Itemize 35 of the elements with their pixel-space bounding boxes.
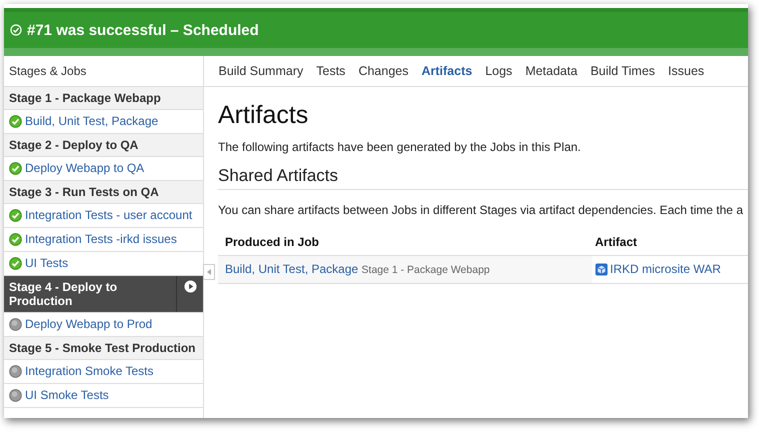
job-link[interactable]: UI Tests [25,256,68,271]
job-link[interactable]: Integration Tests - user account [25,208,192,223]
stage-header[interactable]: Stage 1 - Package Webapp [4,87,203,110]
tab[interactable]: Build Summary [212,64,310,78]
stage-header[interactable]: Stage 4 - Deploy to Production [4,276,203,313]
package-icon [595,263,608,276]
play-icon[interactable] [184,280,196,293]
stage-header[interactable]: Stage 2 - Deploy to QA [4,134,203,157]
section-heading: Shared Artifacts [218,166,748,190]
intro-text: The following artifacts have been generated by the Jobs in this Plan. [218,140,582,154]
column-header: Artifact [595,235,638,249]
stage-label: Stage 1 - Package Webapp [362,264,490,276]
tab[interactable]: Logs [478,64,519,78]
page-heading: Artifacts [218,101,310,130]
tab[interactable]: Artifacts [414,64,479,78]
tab[interactable]: Changes [352,64,415,78]
tab[interactable]: Tests [310,64,352,78]
stage-header[interactable]: Stage 5 - Smoke Test Production [4,337,203,360]
column-header: Produced in Job [225,235,320,249]
description-text: You can share artifacts between Jobs in different Stages via artifact dependencies. Each time the a [218,203,744,217]
collapse-handle[interactable] [203,264,215,280]
job-link[interactable]: UI Smoke Tests [25,388,109,403]
job-link[interactable]: Build, Unit Test, Package [225,262,358,276]
tab[interactable]: Build Times [584,64,662,78]
stage-header[interactable]: Stage 3 - Run Tests on QA [4,181,203,204]
job-link[interactable]: Deploy Webapp to Prod [25,317,152,332]
tab[interactable]: Issues [662,64,711,78]
job-link[interactable]: Integration Tests -irkd issues [25,232,177,247]
job-link[interactable]: Build, Unit Test, Package [25,114,158,129]
job-link[interactable]: Deploy Webapp to QA [25,161,144,176]
tab[interactable]: Metadata [518,64,584,78]
success-icon [10,24,22,36]
artifact-link[interactable]: IRKD microsite WAR [610,262,721,277]
build-title: #71 was successful – Scheduled [27,22,259,38]
job-link[interactable]: Integration Smoke Tests [25,364,154,379]
